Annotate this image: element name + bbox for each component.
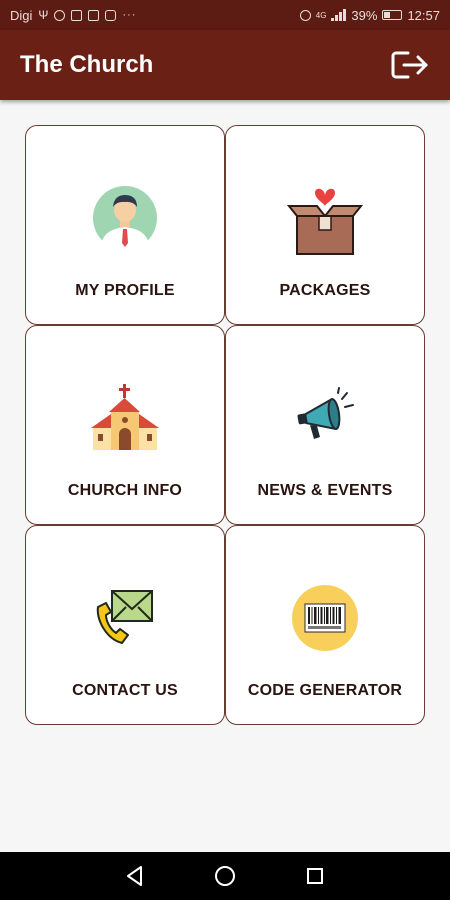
clock: 12:57 [407, 7, 440, 23]
menu-card-label: CODE GENERATOR [247, 682, 403, 699]
menu-card-label: PACKAGES [279, 282, 371, 299]
home-icon [215, 866, 235, 886]
network-type: 4G [315, 10, 327, 20]
alarm-icon [299, 9, 311, 21]
carrier-name: Digi [10, 7, 33, 23]
status-left: Digi Ψ ··· [10, 8, 136, 23]
youtube-icon [105, 9, 117, 21]
menu-grid: MY PROFILE PACKAGES CHURCH INFO NEWS & E… [25, 125, 426, 725]
recents-button[interactable] [295, 856, 335, 896]
home-button[interactable] [205, 856, 245, 896]
status-bar: Digi Ψ ··· 4G 39% 12:57 [0, 0, 450, 30]
megaphone-icon [285, 378, 365, 458]
recents-icon [307, 868, 323, 884]
barcode-icon [285, 578, 365, 658]
menu-card-packages[interactable]: PACKAGES [225, 125, 425, 325]
signal-icon [331, 9, 347, 21]
menu-card-news-events[interactable]: NEWS & EVENTS [225, 325, 425, 525]
status-right: 4G 39% 12:57 [299, 7, 440, 23]
menu-card-label: CONTACT US [72, 682, 178, 699]
logout-icon [391, 51, 428, 79]
church-icon [85, 378, 165, 458]
menu-card-label: MY PROFILE [75, 282, 175, 299]
profile-avatar-icon [85, 178, 165, 258]
usb-icon: Ψ [38, 8, 49, 22]
logout-button[interactable] [390, 45, 430, 85]
menu-card-code-generator[interactable]: CODE GENERATOR [225, 525, 425, 725]
system-nav-bar [0, 852, 450, 900]
gift-box-heart-icon [285, 178, 365, 258]
whatsapp-icon [54, 9, 66, 21]
battery-icon [382, 10, 403, 20]
menu-card-label: CHURCH INFO [67, 482, 183, 499]
image-icon [71, 9, 83, 21]
menu-card-my-profile[interactable]: MY PROFILE [25, 125, 225, 325]
phone-envelope-icon [85, 578, 165, 658]
app-title: The Church [20, 51, 154, 78]
battery-percent: 39% [351, 7, 378, 23]
app-bar: The Church [0, 30, 450, 100]
back-button[interactable] [115, 856, 155, 896]
menu-card-church-info[interactable]: CHURCH INFO [25, 325, 225, 525]
back-icon [127, 866, 142, 886]
menu-card-contact-us[interactable]: CONTACT US [25, 525, 225, 725]
mail-icon [88, 9, 100, 21]
menu-card-label: NEWS & EVENTS [257, 482, 393, 499]
more-dots-icon: ··· [122, 9, 137, 21]
